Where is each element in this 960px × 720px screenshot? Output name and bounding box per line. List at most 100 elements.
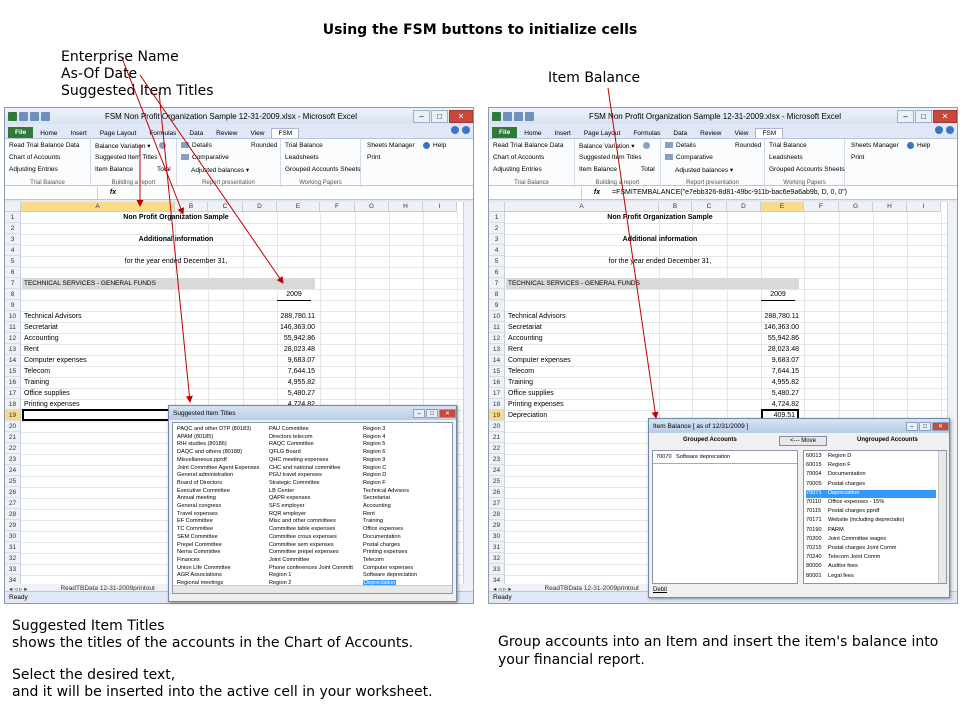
tab-review[interactable]: Review: [210, 129, 243, 138]
row-header[interactable]: 1: [5, 212, 21, 223]
row-header[interactable]: 5: [489, 256, 505, 267]
list-item[interactable]: Region 1: [269, 572, 291, 580]
column-header[interactable]: H: [389, 202, 423, 212]
total-button[interactable]: Total: [641, 166, 655, 173]
row-header[interactable]: 34: [489, 575, 505, 584]
rounded-button[interactable]: Rounded: [251, 142, 277, 149]
minimize-button[interactable]: –: [413, 109, 430, 123]
list-item[interactable]: Annual meeting: [177, 495, 216, 503]
column-header[interactable]: B: [659, 202, 692, 212]
list-item[interactable]: Committee table expenses: [269, 526, 335, 534]
leadsheets-button[interactable]: Leadsheets: [769, 154, 803, 161]
name-box[interactable]: [8, 186, 98, 199]
list-item[interactable]: Committee sem expenses: [269, 542, 334, 550]
leadsheets-button[interactable]: Leadsheets: [285, 154, 319, 161]
row-header[interactable]: 29: [5, 520, 21, 531]
list-item[interactable]: Finances: [177, 557, 200, 565]
row-header[interactable]: 2: [489, 223, 505, 234]
column-header[interactable]: C: [208, 202, 243, 212]
list-item[interactable]: PAQC and other DTP (80183): [177, 426, 251, 434]
tab-file[interactable]: File: [492, 127, 518, 138]
ungrouped-account-row[interactable]: 70215 Postal charges Joint Comm: [806, 545, 936, 553]
vertical-scrollbar[interactable]: [938, 451, 946, 583]
maximize-button[interactable]: □: [426, 408, 438, 418]
row-header[interactable]: 13: [5, 344, 21, 355]
list-item[interactable]: Joint Committee Agent Expenses: [177, 465, 259, 473]
row-header[interactable]: 8: [489, 289, 505, 300]
row-header[interactable]: 25: [489, 476, 505, 487]
row-header[interactable]: 16: [489, 377, 505, 388]
row-header[interactable]: 33: [489, 564, 505, 575]
vertical-scrollbar[interactable]: [463, 202, 473, 584]
list-item[interactable]: Accounting: [363, 503, 391, 511]
adjusting-entries-button[interactable]: Adjusting Entries: [9, 166, 58, 173]
list-item[interactable]: General administration: [177, 472, 233, 480]
grouped-accounts-sheets-button[interactable]: Grouped Accounts Sheets: [285, 166, 361, 173]
row-header[interactable]: 10: [5, 311, 21, 322]
list-item[interactable]: Software depreciation: [363, 572, 417, 580]
row-header[interactable]: 24: [489, 465, 505, 476]
close-button[interactable]: ✕: [933, 109, 957, 123]
tab-home[interactable]: Home: [518, 129, 547, 138]
list-item[interactable]: Rent: [363, 511, 375, 519]
minimize-button[interactable]: –: [897, 109, 914, 123]
list-item[interactable]: RQR employer: [269, 511, 306, 519]
fx-icon[interactable]: fx: [582, 189, 612, 196]
row-header[interactable]: 7: [489, 278, 505, 289]
column-header[interactable]: B: [175, 202, 208, 212]
fsm-help-button[interactable]: Help: [423, 142, 446, 149]
grouped-accounts-sheets-button[interactable]: Grouped Accounts Sheets: [769, 166, 845, 173]
undo-icon[interactable]: [30, 111, 39, 121]
ungrouped-account-row[interactable]: 70200 Joint Committee wages: [806, 536, 936, 544]
tab-formulas[interactable]: Formulas: [627, 129, 666, 138]
row-header[interactable]: 9: [5, 300, 21, 311]
item-balance-button[interactable]: Item Balance: [95, 166, 133, 173]
tab-view[interactable]: View: [244, 129, 270, 138]
row-header[interactable]: 3: [489, 234, 505, 245]
list-item[interactable]: AGR Associations: [177, 572, 222, 580]
row-header[interactable]: 22: [5, 443, 21, 454]
sheets-manager-button[interactable]: Sheets Manager: [851, 142, 899, 149]
minimize-button[interactable]: –: [906, 421, 918, 431]
close-button[interactable]: ✕: [449, 109, 473, 123]
list-item[interactable]: Region 5: [363, 441, 385, 449]
row-header[interactable]: 12: [5, 333, 21, 344]
list-item[interactable]: Phone conferences Joint Committ: [269, 565, 353, 573]
list-item[interactable]: Computer expenses: [363, 565, 413, 573]
list-item[interactable]: PAU Committee: [269, 426, 309, 434]
row-header[interactable]: 32: [5, 553, 21, 564]
ungrouped-account-row[interactable]: 80000 Auditor fees: [806, 563, 936, 571]
list-item[interactable]: Technical Advisors: [363, 488, 409, 496]
adjusted-balances-button[interactable]: Adjusted balances ▾: [675, 166, 733, 174]
row-header[interactable]: 10: [489, 311, 505, 322]
column-header[interactable]: E: [277, 202, 320, 212]
column-header[interactable]: G: [839, 202, 873, 212]
ungrouped-account-row[interactable]: 70004 Documentation: [806, 471, 936, 479]
row-header[interactable]: 2: [5, 223, 21, 234]
row-header[interactable]: 19: [489, 410, 505, 421]
list-item[interactable]: Prepel Committee: [177, 542, 222, 550]
ungrouped-account-row[interactable]: 70115 Postal charges pprdf: [806, 508, 936, 516]
name-box[interactable]: [492, 186, 582, 199]
select-all-corner[interactable]: [489, 202, 505, 212]
row-header[interactable]: 28: [489, 509, 505, 520]
row-header[interactable]: 18: [489, 399, 505, 410]
row-header[interactable]: 6: [5, 267, 21, 278]
tab-page-layout[interactable]: Page Layout: [578, 129, 627, 138]
list-item[interactable]: Travel expenses: [177, 511, 218, 519]
list-item[interactable]: Misc and other committees: [269, 518, 336, 526]
minimize-button[interactable]: –: [413, 408, 425, 418]
row-header[interactable]: 18: [5, 399, 21, 410]
tab-home[interactable]: Home: [34, 129, 63, 138]
list-item[interactable]: Miscellaneous.pprdf: [177, 457, 227, 465]
ungrouped-account-row[interactable]: 80001 Legal fees: [806, 573, 936, 581]
print-button[interactable]: Print: [851, 154, 864, 161]
list-item[interactable]: Printing expenses: [363, 549, 407, 557]
row-header[interactable]: 22: [489, 443, 505, 454]
row-header[interactable]: 34: [5, 575, 21, 584]
list-item[interactable]: SFS employer: [269, 503, 304, 511]
column-header[interactable]: A: [21, 202, 175, 212]
save-icon[interactable]: [503, 111, 512, 121]
undo-icon[interactable]: [514, 111, 523, 121]
column-header[interactable]: G: [355, 202, 389, 212]
